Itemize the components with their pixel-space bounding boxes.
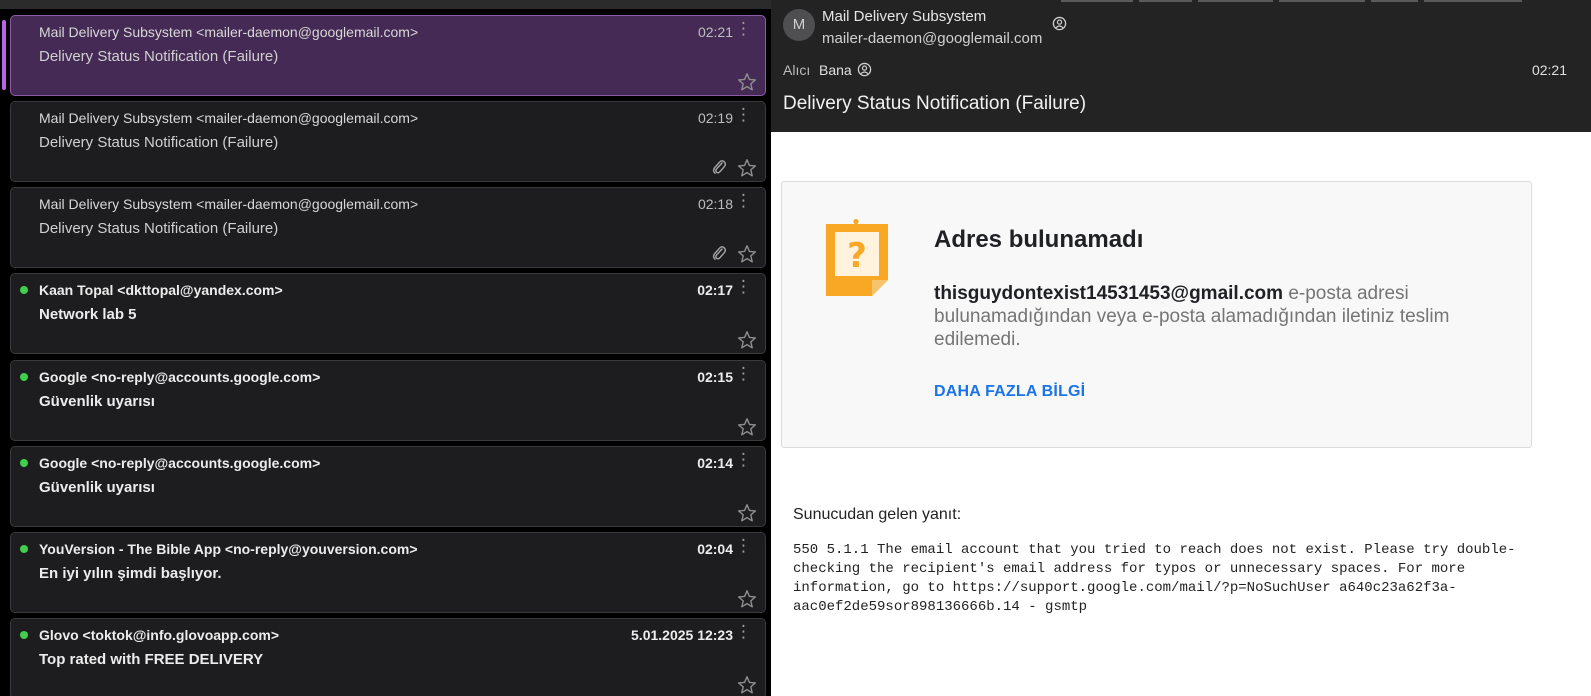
attachment-icon <box>711 158 727 176</box>
mail-sender: Mail Delivery Subsystem <mailer-daemon@g… <box>39 110 419 126</box>
selected-indicator <box>2 20 6 90</box>
bounce-notice-box: ? Adres bulunamadı thisguydontexist14531… <box>781 181 1532 448</box>
message-time: 02:21 <box>1531 62 1567 78</box>
mail-subject: Delivery Status Notification (Failure) <box>39 220 279 237</box>
more-options-icon[interactable]: ⋮ <box>735 192 752 210</box>
more-options-icon[interactable]: ⋮ <box>735 623 752 641</box>
unread-dot-icon <box>20 286 28 294</box>
mail-subject: Delivery Status Notification (Failure) <box>39 48 279 65</box>
mail-list-item[interactable]: Glovo <toktok@info.glovoapp.com> Top rate… <box>10 618 766 696</box>
mail-time: 02:21 <box>697 24 733 40</box>
message-subject: Delivery Status Notification (Failure) <box>783 93 1087 114</box>
failed-address: thisguydontexist14531453@gmail.com <box>934 283 1284 304</box>
mail-subject: En iyi yılın şimdi başlıyor. <box>39 565 222 582</box>
more-options-icon[interactable]: ⋮ <box>735 106 752 124</box>
mail-subject: Top rated with FREE DELIVERY <box>39 651 264 668</box>
contact-icon[interactable] <box>1052 16 1067 31</box>
mail-list-item[interactable]: Mail Delivery Subsystem <mailer-daemon@g… <box>10 15 766 96</box>
mail-time: 02:15 <box>697 369 733 385</box>
mail-list-pane: Mail Delivery Subsystem <mailer-daemon@g… <box>0 0 771 696</box>
mail-list-item[interactable]: YouVersion - The Bible App <no-reply@you… <box>10 532 766 613</box>
mail-sender: YouVersion - The Bible App <no-reply@you… <box>39 541 418 557</box>
star-icon[interactable] <box>737 330 757 350</box>
reading-pane: M Mail Delivery Subsystem mailer-daemon@… <box>771 0 1591 696</box>
more-options-icon[interactable]: ⋮ <box>735 537 752 555</box>
star-icon[interactable] <box>737 72 757 92</box>
unread-dot-icon <box>20 631 28 639</box>
mail-sender: Mail Delivery Subsystem <mailer-daemon@g… <box>39 196 419 212</box>
mail-subject: Network lab 5 <box>39 306 137 323</box>
star-icon[interactable] <box>737 417 757 437</box>
star-icon[interactable] <box>737 244 757 264</box>
mail-subject: Delivery Status Notification (Failure) <box>39 134 279 151</box>
more-options-icon[interactable]: ⋮ <box>735 278 752 296</box>
sender-email: mailer-daemon@googlemail.com <box>822 30 1043 47</box>
mail-sender: Mail Delivery Subsystem <mailer-daemon@g… <box>39 24 419 40</box>
unread-dot-icon <box>20 545 28 553</box>
star-icon[interactable] <box>737 158 757 178</box>
unread-dot-icon <box>20 373 28 381</box>
unread-dot-icon <box>20 459 28 467</box>
mail-list-item[interactable]: Mail Delivery Subsystem <mailer-daemon@g… <box>10 101 766 182</box>
mail-subject: Güvenlik uyarısı <box>39 393 155 410</box>
server-response-label: Sunucudan gelen yanıt: <box>793 506 962 523</box>
more-info-link[interactable]: DAHA FAZLA BİLGİ <box>934 383 1085 401</box>
mail-sender: Google <no-reply@accounts.google.com> <box>39 455 321 471</box>
recipient-contact-icon[interactable] <box>857 62 872 77</box>
notice-title: Adres bulunamadı <box>934 226 1144 253</box>
recipient-value[interactable]: Bana <box>819 62 852 78</box>
more-options-icon[interactable]: ⋮ <box>735 365 752 383</box>
sender-avatar[interactable]: M <box>783 9 815 41</box>
header-toolbar-strip <box>771 0 1591 3</box>
mail-list-item[interactable]: Google <no-reply@accounts.google.com> Güv… <box>10 446 766 527</box>
star-icon[interactable] <box>737 675 757 695</box>
mail-list-item[interactable]: Google <no-reply@accounts.google.com> Güv… <box>10 360 766 441</box>
attachment-icon <box>711 244 727 262</box>
list-top-bar <box>0 0 771 9</box>
question-warning-icon: ? <box>826 218 888 296</box>
notice-body: thisguydontexist14531453@gmail.com e-pos… <box>934 282 1504 351</box>
mail-time: 02:14 <box>697 455 733 471</box>
mail-time: 02:17 <box>697 282 733 298</box>
server-response-text: 550 5.1.1 The email account that you tri… <box>793 542 1516 615</box>
star-icon[interactable] <box>737 503 757 523</box>
mail-time: 02:04 <box>697 541 733 557</box>
message-header: M Mail Delivery Subsystem mailer-daemon@… <box>771 0 1591 132</box>
svg-text:?: ? <box>847 236 867 276</box>
mail-sender: Glovo <toktok@info.glovoapp.com> <box>39 627 280 643</box>
mail-sender: Kaan Topal <dkttopal@yandex.com> <box>39 282 283 298</box>
more-options-icon[interactable]: ⋮ <box>735 451 752 469</box>
mail-time: 02:18 <box>697 196 733 212</box>
mail-subject: Güvenlik uyarısı <box>39 479 155 496</box>
recipient-label: Alıcı <box>783 62 811 78</box>
more-options-icon[interactable]: ⋮ <box>735 20 752 38</box>
mail-sender: Google <no-reply@accounts.google.com> <box>39 369 321 385</box>
star-icon[interactable] <box>737 589 757 609</box>
mail-list-item[interactable]: Kaan Topal <dkttopal@yandex.com> Network … <box>10 273 766 354</box>
mail-list-item[interactable]: Mail Delivery Subsystem <mailer-daemon@g… <box>10 187 766 268</box>
mail-time: 02:19 <box>697 110 733 126</box>
sender-name[interactable]: Mail Delivery Subsystem <box>822 8 986 25</box>
mail-time: 5.01.2025 12:23 <box>631 627 733 643</box>
